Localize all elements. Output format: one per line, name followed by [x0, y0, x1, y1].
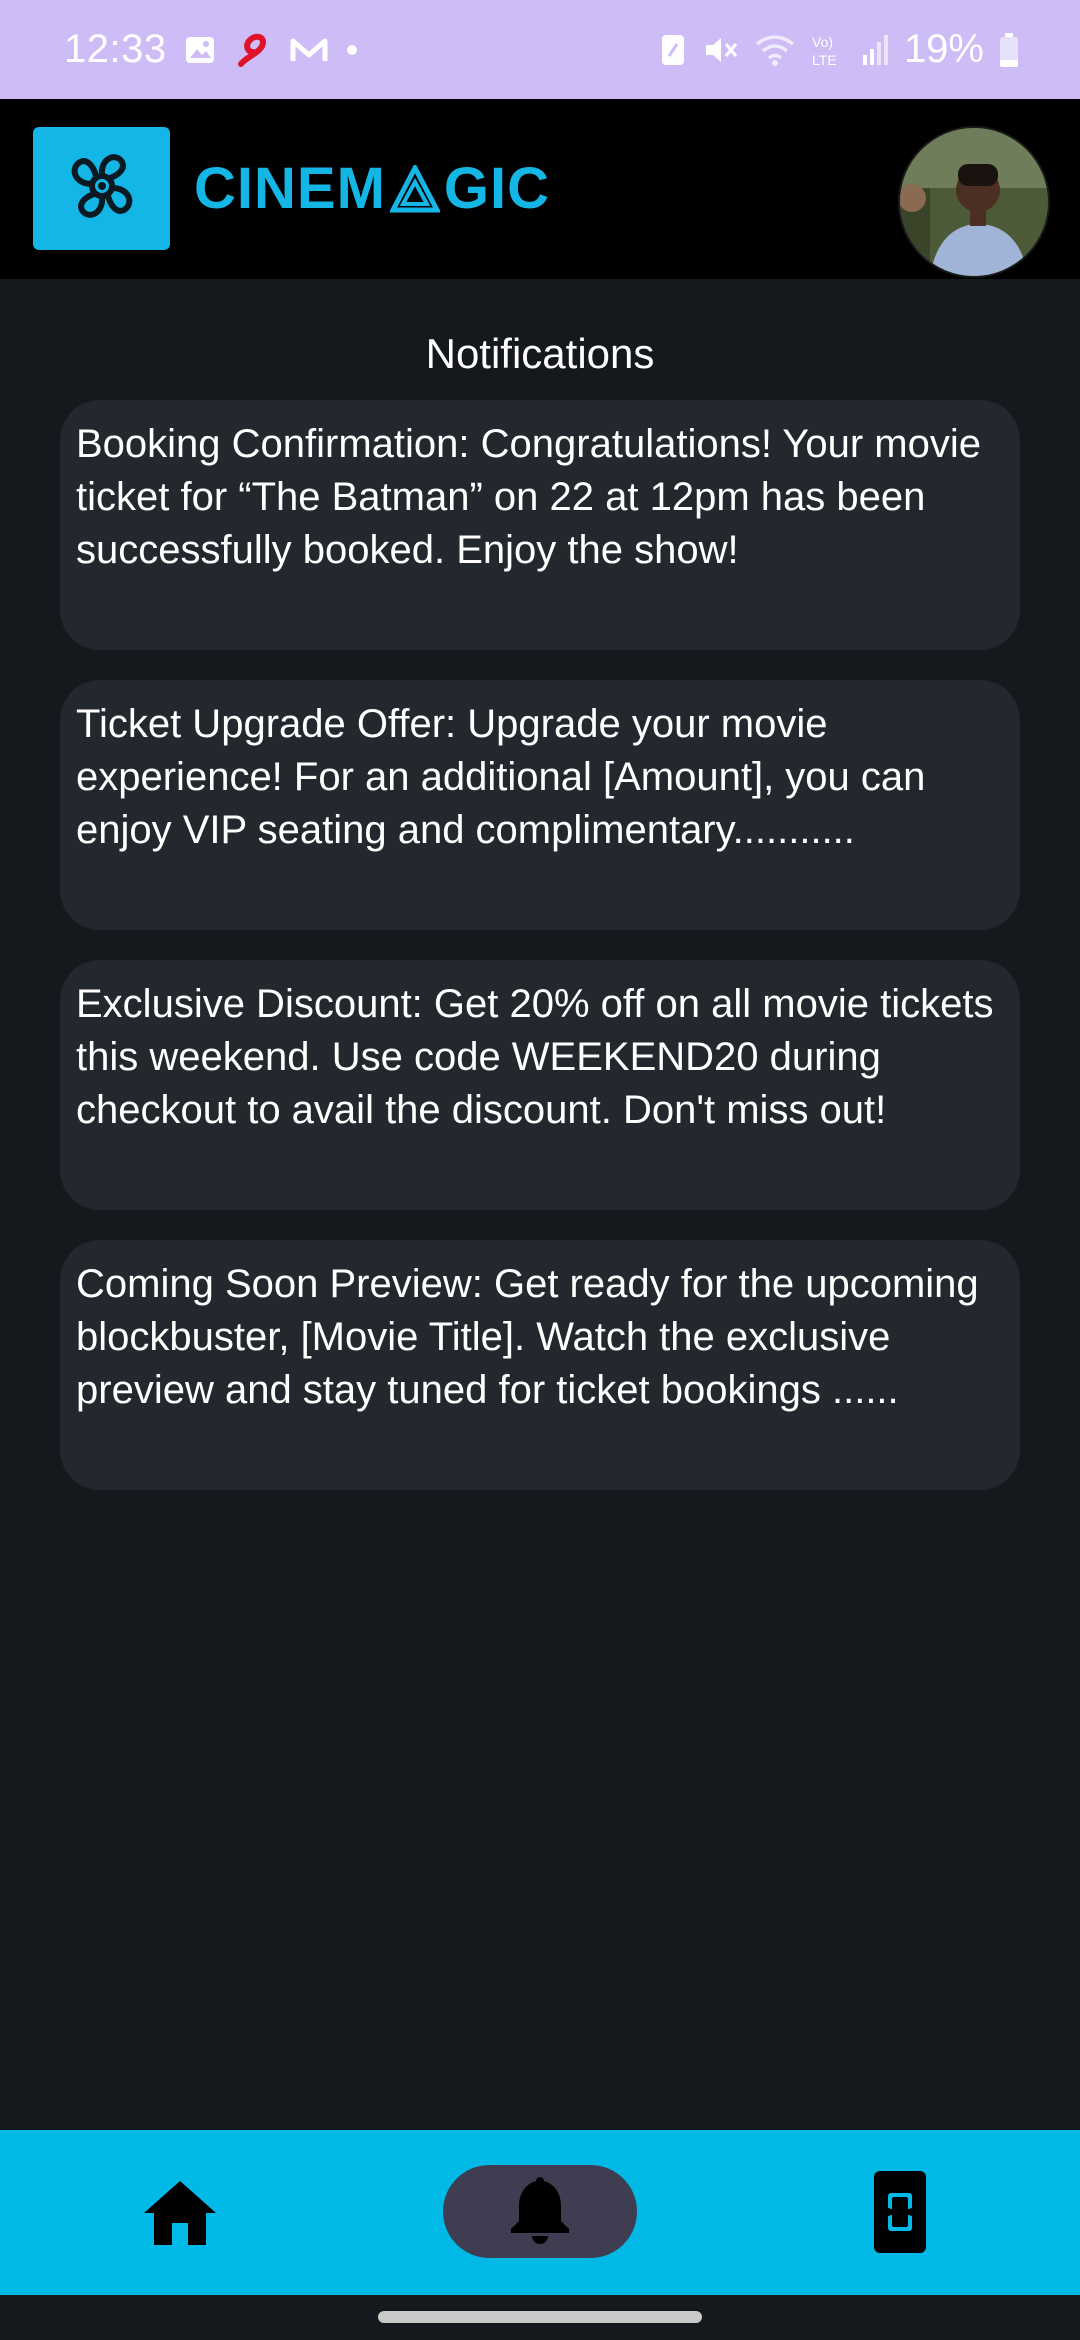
triangle-logo-icon [389, 164, 440, 213]
brand-name: CINEM GIC [194, 155, 550, 222]
profile-avatar[interactable] [898, 126, 1050, 278]
notification-text: Booking Confirmation: Congratulations! Y… [76, 422, 981, 572]
notifications-title: Notifications [425, 330, 655, 377]
status-right: Vo) LTE 19% [658, 27, 1020, 72]
ticket-icon [872, 2169, 928, 2260]
gmail-icon [289, 33, 329, 67]
battery-icon [998, 31, 1020, 69]
home-gesture-handle[interactable] [378, 2311, 702, 2323]
svg-text:LTE: LTE [812, 52, 837, 68]
battery-percent: 19% [903, 27, 984, 71]
signal-icon [860, 33, 890, 67]
svg-text:Vo): Vo) [812, 34, 833, 50]
status-bar: 12:33 Vo) LTE 19% [0, 0, 1080, 99]
nav-tickets-button[interactable] [862, 2170, 938, 2258]
status-left: 12:33 [64, 27, 359, 72]
gesture-bar [0, 2295, 1080, 2340]
film-reel-icon [60, 144, 144, 233]
notification-card[interactable]: Booking Confirmation: Congratulations! Y… [60, 400, 1020, 650]
app-header: CINEM GIC [0, 99, 1080, 279]
screen: 12:33 Vo) LTE 19% CINEM GIC Notification… [0, 0, 1080, 2340]
nav-home-button[interactable] [135, 2175, 225, 2255]
app-logo[interactable] [33, 127, 170, 250]
notification-text: Ticket Upgrade Offer: Upgrade your movie… [76, 702, 926, 852]
nav-notifications-button[interactable] [443, 2165, 637, 2258]
gallery-icon [183, 33, 217, 67]
notification-card[interactable]: Ticket Upgrade Offer: Upgrade your movie… [60, 680, 1020, 930]
notification-card[interactable]: Exclusive Discount: Get 20% off on all m… [60, 960, 1020, 1210]
brand-text-right: GIC [443, 156, 551, 221]
wifi-icon [754, 32, 796, 68]
notification-text: Coming Soon Preview: Get ready for the u… [76, 1262, 979, 1412]
volte-icon: Vo) LTE [810, 31, 846, 69]
notification-card[interactable]: Coming Soon Preview: Get ready for the u… [60, 1240, 1020, 1490]
dot-icon [345, 43, 359, 57]
home-icon [140, 2177, 220, 2254]
notification-text: Exclusive Discount: Get 20% off on all m… [76, 982, 994, 1132]
bottom-nav [0, 2130, 1080, 2295]
airtel-icon [233, 30, 273, 70]
status-time: 12:33 [64, 27, 167, 71]
nfc-icon [658, 32, 688, 68]
mute-icon [702, 32, 740, 68]
bell-icon [507, 2173, 573, 2250]
brand-text-left: CINEM [194, 156, 386, 221]
